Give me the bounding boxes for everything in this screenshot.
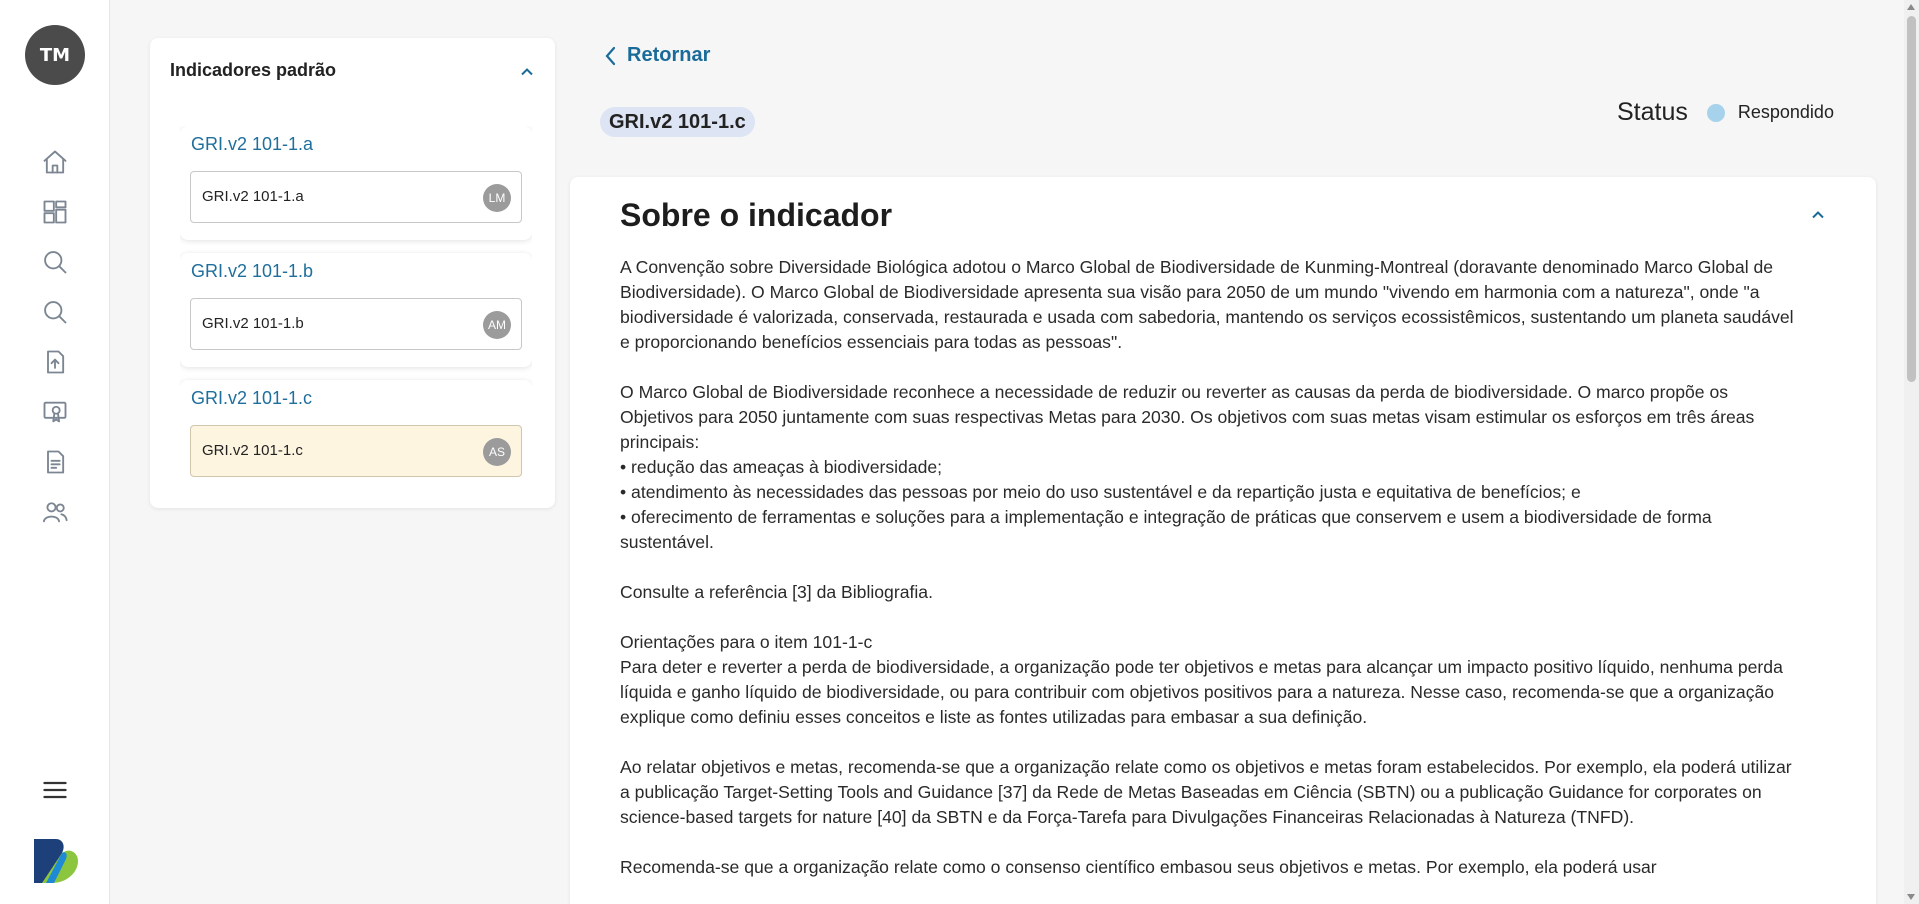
about-title: Sobre o indicador [620,197,893,233]
about-line: Recomenda-se que a organização relate co… [620,857,1657,877]
about-indicator-card: Sobre o indicador A Convenção sobre Dive… [570,177,1876,904]
status-dot [1706,103,1725,122]
about-line: O Marco Global de Biodiversidade reconhe… [620,382,1755,452]
about-bullet: • atendimento às necessidades das pessoa… [620,482,1581,502]
scroll-down-arrow-icon[interactable] [1907,894,1915,900]
indicator-code-chip: GRI.v2 101-1.c [600,107,755,137]
sidebar-nav: TM [0,0,110,904]
about-paragraph: A Convenção sobre Diversidade Biológica … [620,255,1800,355]
scrollbar-thumb[interactable] [1907,16,1916,382]
indicators-list: GRI.v2 101-1.a GRI.v2 101-1.a LM GRI.v2 … [180,126,532,488]
brand-logo [32,837,80,885]
about-paragraph: Ao relatar objetivos e metas, recomenda-… [620,755,1800,830]
status-indicator: Status Respondido [1617,98,1834,127]
chevron-up-icon[interactable] [519,64,535,80]
about-line: Para deter e reverter a perda de biodive… [620,657,1783,727]
back-link[interactable]: Retornar [603,44,710,67]
search-icon-secondary[interactable] [40,297,70,327]
app: TM Indicadores padrão GRI.v2 101-1.a GRI… [0,0,1919,904]
indicator-card[interactable]: GRI.v2 101-1.a GRI.v2 101-1.a LM [180,126,532,240]
about-bullet: • redução das ameaças à biodiversidade; [620,457,943,477]
menu-icon[interactable] [40,775,70,805]
guidance-heading: Orientações para o item 101-1-c [620,632,873,652]
status-label: Status [1617,98,1688,126]
page-scrollbar[interactable] [1904,0,1919,904]
file-upload-icon[interactable] [40,347,70,377]
indicator-field-text: GRI.v2 101-1.a [202,188,304,205]
indicator-card-title[interactable]: GRI.v2 101-1.a [191,134,313,155]
assignee-avatar: AS [483,438,511,466]
indicator-card-title[interactable]: GRI.v2 101-1.b [191,261,313,282]
report-icon[interactable] [40,447,70,477]
about-body: A Convenção sobre Diversidade Biológica … [620,255,1800,904]
certificate-icon[interactable] [40,397,70,427]
about-paragraph: Consulte a referência [3] da Bibliografi… [620,580,1800,605]
about-line: A Convenção sobre Diversidade Biológica … [620,257,1794,352]
about-line: Consulte a referência [3] da Bibliografi… [620,582,933,602]
users-icon[interactable] [40,497,70,527]
search-icon[interactable] [40,247,70,277]
indicator-field-active[interactable]: GRI.v2 101-1.c AS [190,425,522,477]
indicator-card-selected[interactable]: GRI.v2 101-1.c GRI.v2 101-1.c AS [180,380,532,488]
indicators-panel: Indicadores padrão GRI.v2 101-1.a GRI.v2… [150,38,555,508]
indicator-field-text: GRI.v2 101-1.b [202,315,304,332]
dashboard-icon[interactable] [40,197,70,227]
assignee-avatar: LM [483,184,511,212]
indicator-field[interactable]: GRI.v2 101-1.a LM [190,171,522,223]
about-line: Ao relatar objetivos e metas, recomenda-… [620,757,1792,827]
chevron-left-icon [605,46,616,65]
indicator-field-text: GRI.v2 101-1.c [202,442,303,459]
chevron-up-icon[interactable] [1810,207,1826,223]
about-bullet: • oferecimento de ferramentas e soluções… [620,507,1712,552]
indicator-card-title[interactable]: GRI.v2 101-1.c [191,388,312,409]
about-paragraph: Recomenda-se que a organização relate co… [620,855,1800,880]
indicator-card[interactable]: GRI.v2 101-1.b GRI.v2 101-1.b AM [180,253,532,367]
back-label: Retornar [627,44,711,66]
user-avatar[interactable]: TM [25,25,85,85]
home-icon[interactable] [40,147,70,177]
indicator-field[interactable]: GRI.v2 101-1.b AM [190,298,522,350]
indicators-panel-title: Indicadores padrão [170,60,337,80]
about-paragraph: Orientações para o item 101-1-c Para det… [620,630,1800,730]
scroll-up-arrow-icon[interactable] [1907,4,1915,10]
assignee-avatar: AM [483,311,511,339]
status-value: Respondido [1737,102,1834,122]
about-paragraph: O Marco Global de Biodiversidade reconhe… [620,380,1800,555]
